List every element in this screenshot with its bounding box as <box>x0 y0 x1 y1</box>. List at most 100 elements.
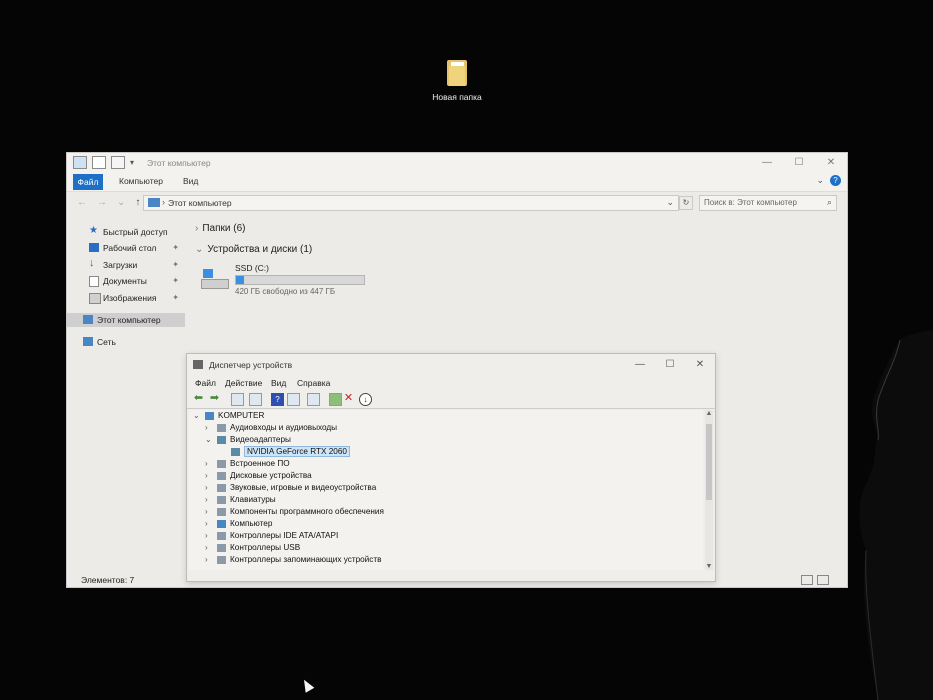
drive-usage-bar <box>235 275 365 285</box>
chevron-right-icon[interactable]: › <box>205 423 208 432</box>
sidebar-item-images[interactable]: Изображения ✦ <box>67 291 185 305</box>
recent-dropdown-icon[interactable]: ⌄ <box>117 197 125 208</box>
disk-icon <box>217 472 226 480</box>
menu-help[interactable]: Справка <box>297 378 330 388</box>
forward-arrow-icon[interactable]: ➡ <box>209 393 220 404</box>
pin-icon[interactable]: ✦ <box>172 243 179 252</box>
chevron-right-icon[interactable]: › <box>205 495 208 504</box>
chevron-down-icon[interactable]: ⌄ <box>193 411 200 420</box>
tree-node-label: Компоненты программного обеспечения <box>230 507 384 516</box>
sidebar-item-label: Загрузки <box>103 260 138 270</box>
close-button[interactable]: ✕ <box>685 354 715 376</box>
back-arrow-icon[interactable]: ⬅ <box>193 393 204 404</box>
chevron-right-icon[interactable]: › <box>205 471 208 480</box>
address-bar[interactable]: › Этот компьютер ⌄ <box>143 195 679 211</box>
toolbar: ⬅ ➡ ? ✕ ↓ <box>187 390 715 409</box>
maximize-button[interactable]: ☐ <box>655 354 685 376</box>
large-icons-view-icon[interactable] <box>817 575 829 585</box>
menu-file[interactable]: Файл <box>195 378 216 388</box>
audio-icon <box>217 424 226 432</box>
forward-arrow-icon[interactable]: → <box>97 197 107 208</box>
tree-node-label: Встроенное ПО <box>230 459 290 468</box>
details-view-icon[interactable] <box>801 575 813 585</box>
maximize-button[interactable]: ☐ <box>783 153 815 173</box>
tab-file[interactable]: Файл <box>73 174 103 190</box>
show-hide-tree-icon[interactable] <box>231 393 244 406</box>
sidebar-item-documents[interactable]: Документы ✦ <box>67 274 185 288</box>
image-icon <box>89 293 101 304</box>
computer-icon <box>73 156 87 169</box>
tree-node-label: Контроллеры запоминающих устройств <box>230 555 382 564</box>
chevron-right-icon: › <box>195 223 199 234</box>
close-button[interactable]: ✕ <box>815 153 847 173</box>
usb-icon <box>217 544 226 552</box>
address-dropdown-icon[interactable]: ⌄ <box>666 197 674 208</box>
device-manager-title: Диспетчер устройств <box>209 360 293 370</box>
properties-icon[interactable] <box>92 156 106 169</box>
uninstall-device-icon[interactable]: ✕ <box>343 393 354 404</box>
menu-action[interactable]: Действие <box>225 378 262 388</box>
chevron-right-icon[interactable]: › <box>205 519 208 528</box>
chevron-right-icon[interactable]: › <box>205 507 208 516</box>
group-devices[interactable]: ⌄ Устройства и диски (1) <box>195 244 312 255</box>
device-manager-icon <box>193 360 203 369</box>
sidebar-item-this-pc[interactable]: Этот компьютер <box>67 313 185 327</box>
tree-node-label: Клавиатуры <box>230 495 276 504</box>
update-driver-icon[interactable] <box>329 393 342 406</box>
back-arrow-icon[interactable]: ← <box>77 197 87 208</box>
firmware-icon <box>217 460 226 468</box>
tree-node-label: Дисковые устройства <box>230 471 312 480</box>
sidebar-item-downloads[interactable]: ↓ Загрузки ✦ <box>67 257 185 272</box>
tree-scrollbar[interactable]: ▲ ▼ <box>705 410 713 570</box>
quick-access-dropdown-icon[interactable]: ▾ <box>130 158 134 167</box>
view-resources-icon[interactable] <box>287 393 300 406</box>
chevron-right-icon[interactable]: › <box>205 459 208 468</box>
refresh-button[interactable]: ↻ <box>679 196 693 210</box>
properties-icon[interactable] <box>249 393 262 406</box>
ribbon: Файл Компьютер Вид ⌄ ? <box>67 173 847 192</box>
pin-icon[interactable]: ✦ <box>172 276 179 285</box>
chevron-right-icon[interactable]: › <box>205 483 208 492</box>
desktop-folder[interactable]: Новая папка <box>428 60 486 102</box>
help-icon[interactable]: ? <box>830 175 841 186</box>
sidebar-item-network[interactable]: Сеть <box>67 335 185 349</box>
scan-hardware-icon[interactable]: ↓ <box>359 393 372 406</box>
minimize-button[interactable]: — <box>625 354 655 376</box>
tab-view[interactable]: Вид <box>183 176 198 186</box>
drive-name: SSD (C:) <box>235 263 269 273</box>
pin-icon[interactable]: ✦ <box>172 260 179 269</box>
desktop-folder-label: Новая папка <box>432 92 482 102</box>
chevron-right-icon[interactable]: › <box>205 543 208 552</box>
computer-icon <box>83 315 93 324</box>
help-icon[interactable]: ? <box>271 393 284 406</box>
scroll-up-icon[interactable]: ▲ <box>705 410 713 417</box>
tab-computer[interactable]: Компьютер <box>119 176 163 186</box>
tree-node-label: NVIDIA GeForce RTX 2060 <box>244 446 350 457</box>
group-folders[interactable]: › Папки (6) <box>195 223 245 234</box>
device-manager-window: Диспетчер устройств — ☐ ✕ Файл Действие … <box>186 353 716 582</box>
scroll-thumb[interactable] <box>706 424 712 500</box>
tree-node-label: Контроллеры IDE ATA/ATAPI <box>230 531 339 540</box>
scroll-down-icon[interactable]: ▼ <box>705 563 713 570</box>
up-arrow-icon[interactable]: ↑ <box>135 197 140 208</box>
minimize-button[interactable]: — <box>751 153 783 173</box>
chevron-right-icon[interactable]: › <box>205 531 208 540</box>
drive-c[interactable]: SSD (C:) 420 ГБ свободно из 447 ГБ <box>201 263 401 303</box>
keyboard-icon <box>217 496 226 504</box>
expand-ribbon-icon[interactable]: ⌄ <box>816 175 824 186</box>
controller-icon <box>217 532 226 540</box>
sidebar-item-desktop[interactable]: Рабочий стол ✦ <box>67 241 185 255</box>
pin-icon[interactable]: ✦ <box>172 293 179 302</box>
monitor-icon[interactable] <box>307 393 320 406</box>
desktop-icon <box>89 243 99 252</box>
group-devices-label: Устройства и диски (1) <box>207 244 313 255</box>
chevron-down-icon[interactable]: ⌄ <box>205 435 212 444</box>
sidebar-item-label: Быстрый доступ <box>103 227 168 237</box>
sidebar-item-quick-access[interactable]: ★ Быстрый доступ <box>67 225 185 239</box>
search-box[interactable]: Поиск в: Этот компьютер ⌕ <box>699 195 837 211</box>
star-icon: ★ <box>89 225 98 236</box>
navigation-pane: ★ Быстрый доступ Рабочий стол ✦ ↓ Загруз… <box>67 221 187 571</box>
new-folder-icon[interactable] <box>111 156 125 169</box>
chevron-right-icon[interactable]: › <box>205 555 208 564</box>
menu-view[interactable]: Вид <box>271 378 286 388</box>
